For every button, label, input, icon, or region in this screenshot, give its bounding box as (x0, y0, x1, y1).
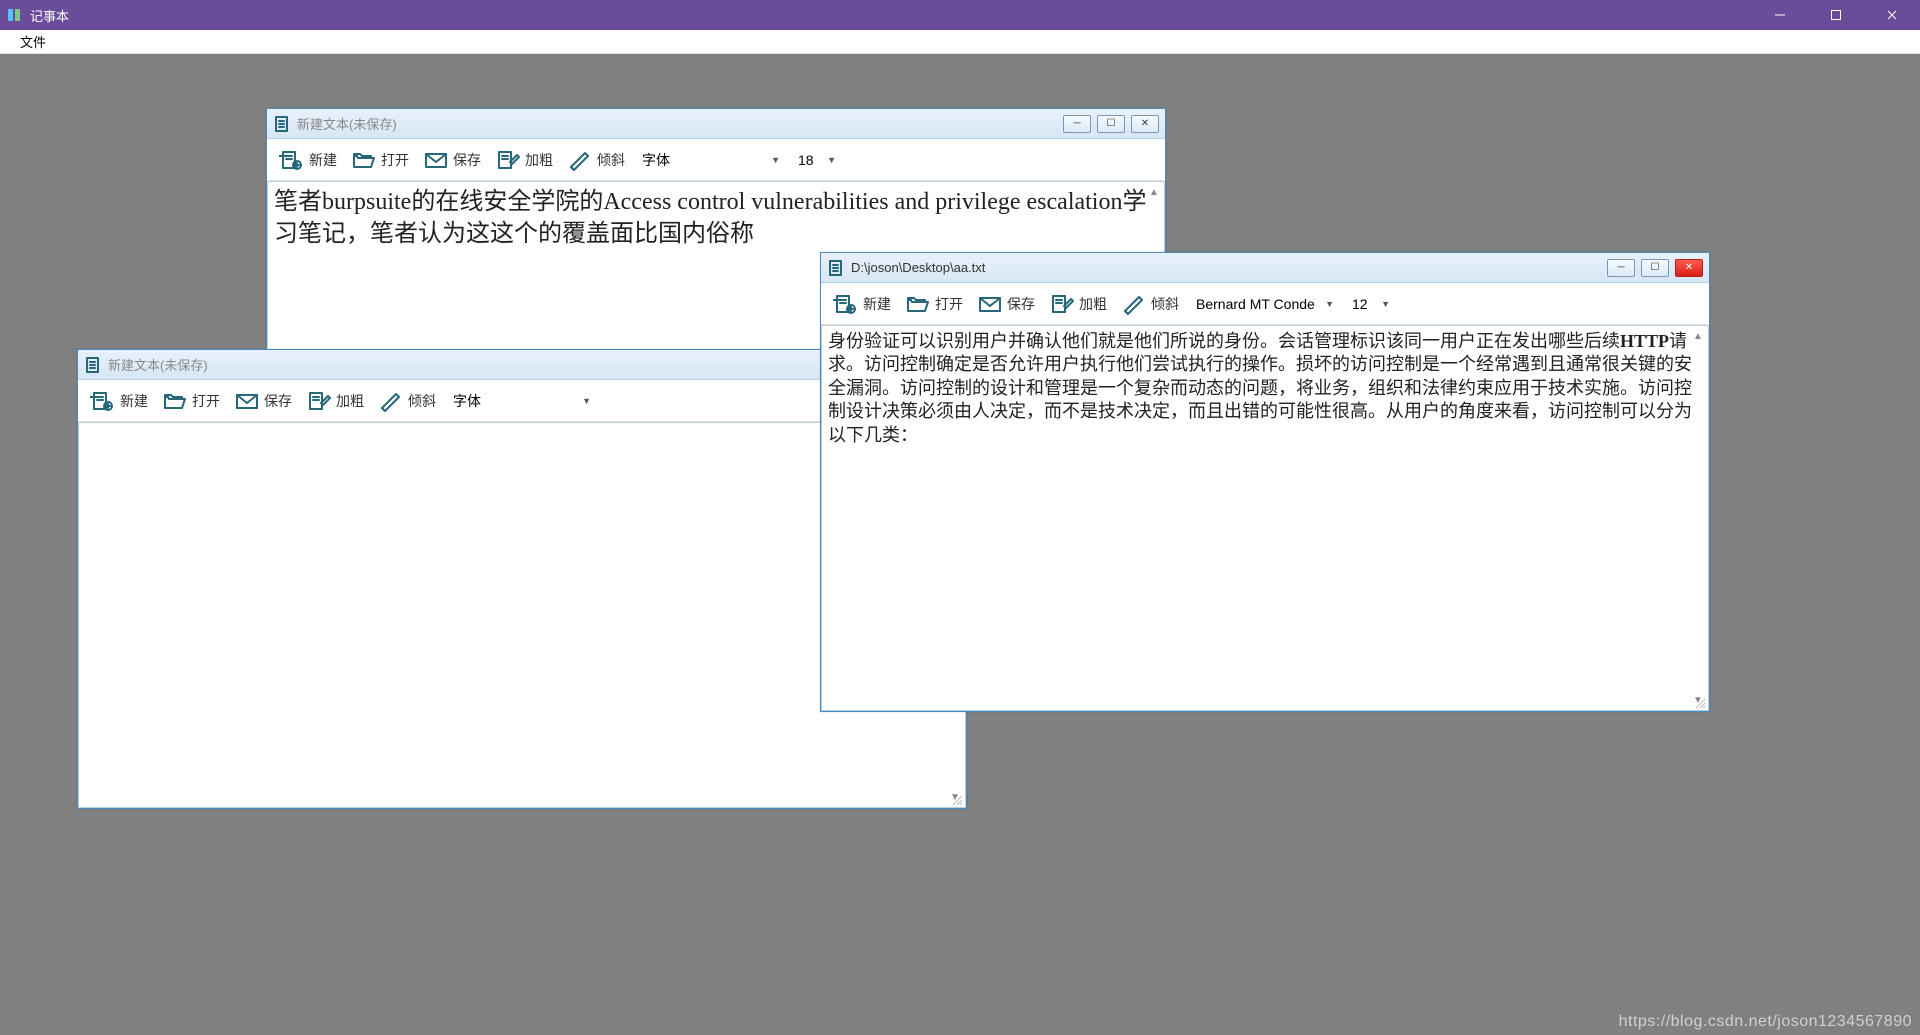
font-size-select[interactable]: 12▼ (1345, 292, 1395, 316)
window-controls (1752, 0, 1920, 30)
app-title: 记事本 (30, 6, 1752, 25)
child-maximize-button[interactable]: ☐ (1641, 259, 1669, 277)
child-titlebar[interactable]: D:\joson\Desktop\aa.txt ─ ☐ ✕ (821, 253, 1709, 283)
scroll-up-icon: ▲ (1146, 184, 1162, 200)
document-icon (84, 356, 102, 374)
child-close-button[interactable]: ✕ (1131, 115, 1159, 133)
italic-button[interactable]: 倾斜 (563, 147, 629, 173)
bold-button[interactable]: 加粗 (302, 388, 368, 414)
resize-grip[interactable] (951, 793, 963, 805)
child-window-3[interactable]: D:\joson\Desktop\aa.txt ─ ☐ ✕ 新建 打开 保存 加… (820, 252, 1710, 712)
font-size-select[interactable]: 18▼ (791, 148, 841, 172)
menubar: 文件 (0, 30, 1920, 54)
italic-button[interactable]: 倾斜 (1117, 291, 1183, 317)
watermark: https://blog.csdn.net/joson1234567890 (1619, 1013, 1912, 1031)
mdi-client-area: 新建文本(未保存) ─ ☐ ✕ 新建 打开 保存 加粗 倾斜 字体▼ 18▼ 笔… (0, 54, 1920, 1035)
child-minimize-button[interactable]: ─ (1607, 259, 1635, 277)
new-button[interactable]: 新建 (86, 388, 152, 414)
chevron-down-icon: ▼ (1381, 299, 1390, 309)
child-title: 新建文本(未保存) (297, 114, 1063, 133)
toolbar: 新建 打开 保存 加粗 倾斜 Bernard MT Conde▼ 12▼ (821, 283, 1709, 325)
chevron-down-icon: ▼ (1325, 299, 1334, 309)
chevron-down-icon: ▼ (582, 396, 591, 406)
save-button[interactable]: 保存 (230, 388, 296, 414)
new-button[interactable]: 新建 (829, 291, 895, 317)
child-maximize-button[interactable]: ☐ (1097, 115, 1125, 133)
chevron-down-icon: ▼ (771, 155, 780, 165)
document-icon (273, 115, 291, 133)
close-button[interactable] (1864, 0, 1920, 30)
child-close-button[interactable]: ✕ (1675, 259, 1703, 277)
font-family-select[interactable]: 字体▼ (446, 389, 596, 413)
resize-grip[interactable] (1694, 696, 1706, 708)
chevron-down-icon: ▼ (827, 155, 836, 165)
save-button[interactable]: 保存 (419, 147, 485, 173)
child-title: 新建文本(未保存) (108, 355, 864, 374)
bold-button[interactable]: 加粗 (491, 147, 557, 173)
new-button[interactable]: 新建 (275, 147, 341, 173)
toolbar: 新建 打开 保存 加粗 倾斜 字体▼ 18▼ (267, 139, 1165, 181)
child-minimize-button[interactable]: ─ (1063, 115, 1091, 133)
menu-file[interactable]: 文件 (10, 30, 56, 53)
font-family-select[interactable]: 字体▼ (635, 148, 785, 172)
editor-area: 身份验证可以识别用户并确认他们就是他们所说的身份。会话管理标识该同一用户正在发出… (821, 325, 1709, 711)
text-editor[interactable]: 身份验证可以识别用户并确认他们就是他们所说的身份。会话管理标识该同一用户正在发出… (822, 326, 1708, 710)
app-icon (6, 7, 22, 23)
scroll-up-icon: ▲ (1690, 328, 1706, 344)
document-icon (827, 259, 845, 277)
minimize-button[interactable] (1752, 0, 1808, 30)
save-button[interactable]: 保存 (973, 291, 1039, 317)
scrollbar[interactable]: ▲▼ (1690, 328, 1706, 708)
maximize-button[interactable] (1808, 0, 1864, 30)
italic-button[interactable]: 倾斜 (374, 388, 440, 414)
bold-button[interactable]: 加粗 (1045, 291, 1111, 317)
child-titlebar[interactable]: 新建文本(未保存) ─ ☐ ✕ (267, 109, 1165, 139)
open-button[interactable]: 打开 (347, 147, 413, 173)
child-title: D:\joson\Desktop\aa.txt (851, 260, 1607, 275)
open-button[interactable]: 打开 (158, 388, 224, 414)
open-button[interactable]: 打开 (901, 291, 967, 317)
font-family-select[interactable]: Bernard MT Conde▼ (1189, 292, 1339, 316)
main-titlebar: 记事本 (0, 0, 1920, 30)
